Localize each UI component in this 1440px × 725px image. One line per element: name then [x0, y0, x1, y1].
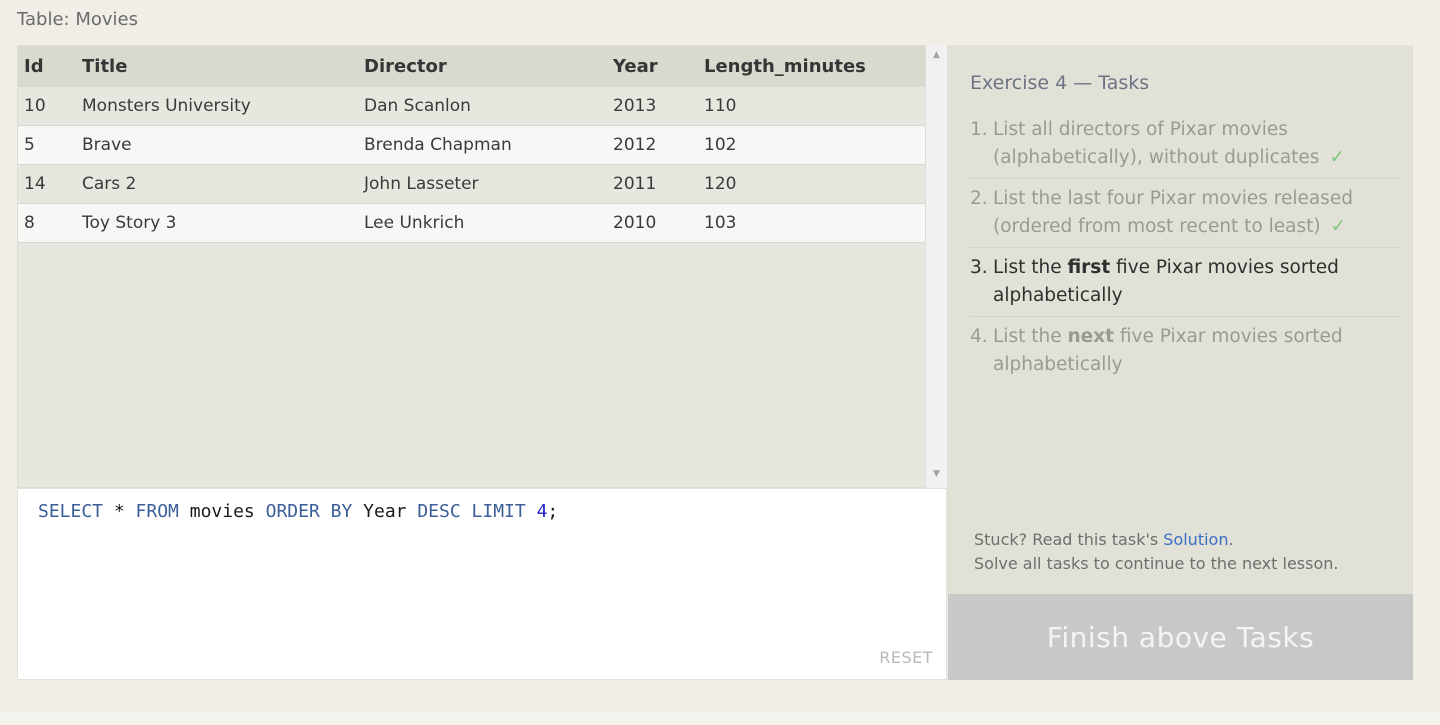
sql-keyword: ORDER BY — [265, 501, 353, 522]
table-row: 5 Brave Brenda Chapman 2012 102 — [18, 125, 925, 165]
check-icon: ✓ — [1329, 147, 1345, 168]
task-item-4: 4. List the next five Pixar movies sorte… — [970, 321, 1402, 385]
cell-year: 2010 — [607, 203, 698, 243]
sql-token: ; — [547, 501, 559, 522]
cell-length: 120 — [698, 164, 925, 204]
column-header-year: Year — [607, 46, 698, 87]
sql-token: Year — [352, 501, 418, 522]
cell-year: 2012 — [607, 125, 698, 165]
sql-keyword: SELECT — [38, 501, 104, 522]
sql-keyword: DESC — [417, 501, 461, 522]
task-item-3: 3. List the first five Pixar movies sort… — [970, 252, 1402, 317]
cell-title: Brave — [76, 125, 358, 165]
results-table: Id Title Director Year Length_minutes 10… — [18, 46, 925, 243]
cell-id: 10 — [18, 87, 76, 126]
cell-length: 103 — [698, 203, 925, 243]
scroll-down-arrow-icon[interactable]: ▼ — [926, 469, 947, 479]
task-number: 1. — [970, 119, 988, 140]
help-text: Stuck? Read this task's Solution. Solve … — [974, 528, 1338, 576]
check-icon: ✓ — [1330, 216, 1347, 237]
sql-token: * — [103, 501, 136, 522]
task-number: 4. — [970, 326, 988, 347]
stuck-prefix: Stuck? Read this task's — [974, 530, 1164, 549]
task-text: List the — [993, 257, 1068, 278]
stuck-suffix: . — [1228, 530, 1234, 549]
stuck-line: Stuck? Read this task's Solution. — [974, 528, 1338, 552]
sql-editor[interactable]: SELECT * FROM movies ORDER BY Year DESC … — [17, 488, 947, 680]
task-text-emphasis: next — [1067, 326, 1114, 347]
task-text: List all directors of Pixar movies (alph… — [993, 119, 1320, 168]
cell-year: 2011 — [607, 164, 698, 204]
task-item-1: 1. List all directors of Pixar movies (a… — [970, 114, 1402, 179]
cell-year: 2013 — [607, 87, 698, 126]
task-number: 2. — [970, 188, 988, 209]
results-header-row: Id Title Director Year Length_minutes — [18, 46, 925, 87]
scroll-up-arrow-icon[interactable]: ▲ — [926, 50, 947, 60]
task-item-2: 2. List the last four Pixar movies relea… — [970, 183, 1402, 248]
cell-director: Dan Scanlon — [358, 87, 607, 126]
sql-keyword: LIMIT — [471, 501, 526, 522]
results-scrollbar[interactable]: ▲ ▼ — [926, 45, 947, 488]
cell-director: Brenda Chapman — [358, 125, 607, 165]
table-row: 10 Monsters University Dan Scanlon 2013 … — [18, 87, 925, 126]
column-header-title: Title — [76, 46, 358, 87]
task-text: List the last four Pixar movies released… — [993, 188, 1353, 237]
table-row: 8 Toy Story 3 Lee Unkrich 2010 103 — [18, 203, 925, 243]
task-list: 1. List all directors of Pixar movies (a… — [970, 114, 1402, 389]
sql-number: 4 — [536, 501, 548, 522]
page-bottom-strip — [0, 713, 1440, 725]
cell-title: Cars 2 — [76, 164, 358, 204]
cell-id: 14 — [18, 164, 76, 204]
table-label: Table: Movies — [17, 9, 138, 30]
reset-button[interactable]: RESET — [879, 648, 933, 667]
sql-keyword: FROM — [135, 501, 179, 522]
sql-token: movies — [178, 501, 266, 522]
cell-length: 102 — [698, 125, 925, 165]
tasks-title: Exercise 4 — Tasks — [970, 72, 1150, 94]
column-header-director: Director — [358, 46, 607, 87]
column-header-length: Length_minutes — [698, 46, 925, 87]
continue-text: Solve all tasks to continue to the next … — [974, 554, 1339, 573]
table-row: 14 Cars 2 John Lasseter 2011 120 — [18, 164, 925, 204]
cell-title: Toy Story 3 — [76, 203, 358, 243]
solution-link[interactable]: Solution — [1163, 530, 1228, 549]
column-header-id: Id — [18, 46, 76, 87]
results-table-pane: Id Title Director Year Length_minutes 10… — [17, 45, 926, 488]
sql-query-code[interactable]: SELECT * FROM movies ORDER BY Year DESC … — [38, 501, 558, 522]
cell-director: John Lasseter — [358, 164, 607, 204]
task-text-emphasis: first — [1067, 257, 1111, 278]
task-number: 3. — [970, 257, 988, 278]
task-text: List the — [993, 326, 1068, 347]
cell-id: 8 — [18, 203, 76, 243]
finish-tasks-button[interactable]: Finish above Tasks — [948, 594, 1413, 680]
cell-length: 110 — [698, 87, 925, 126]
cell-director: Lee Unkrich — [358, 203, 607, 243]
cell-id: 5 — [18, 125, 76, 165]
cell-title: Monsters University — [76, 87, 358, 126]
tasks-panel: Exercise 4 — Tasks 1. List all directors… — [947, 45, 1413, 594]
